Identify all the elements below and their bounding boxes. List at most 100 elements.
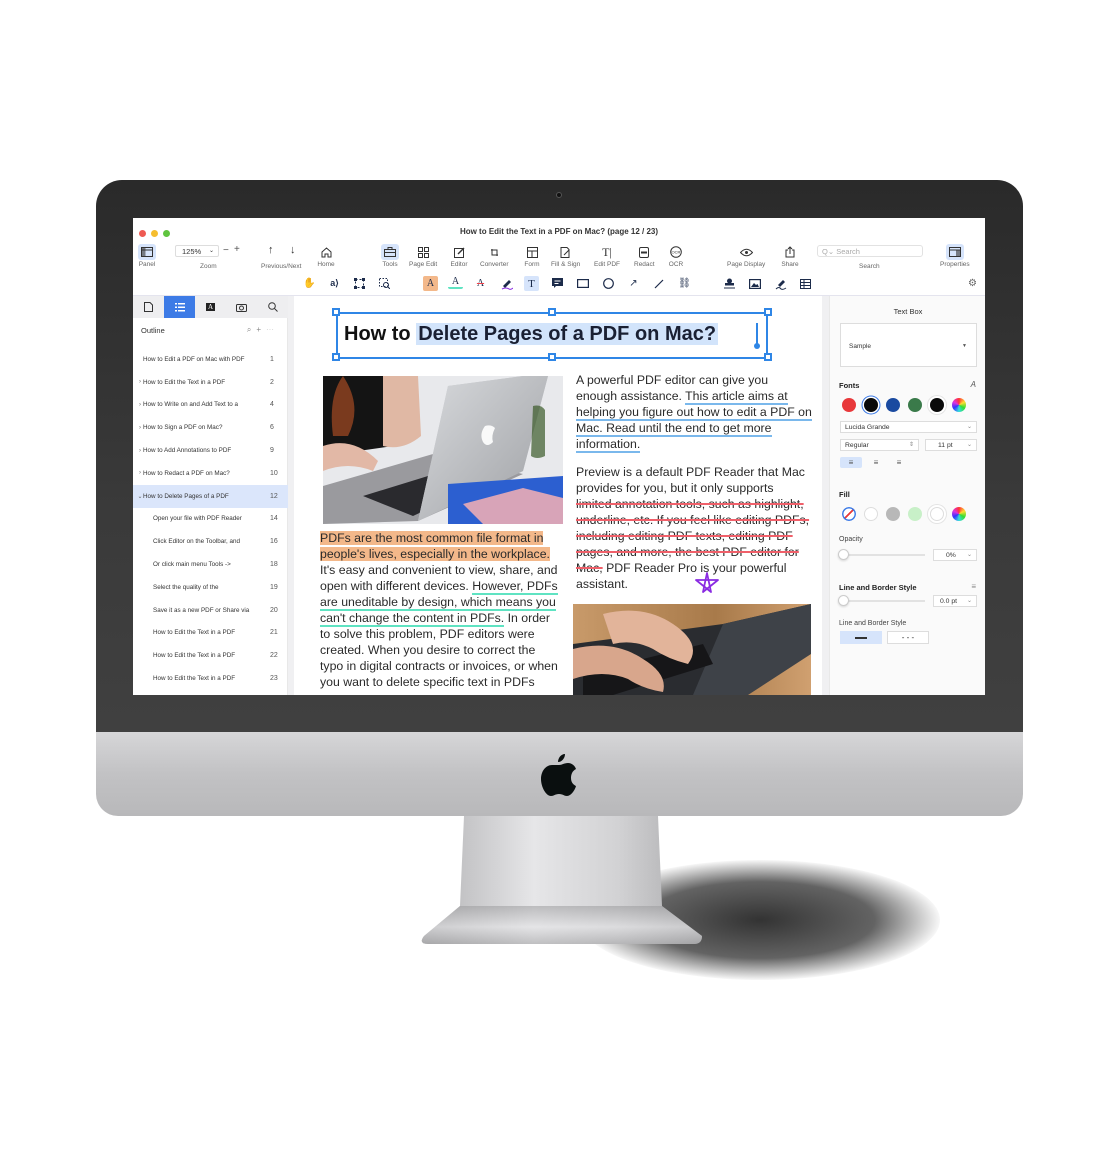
opacity-select[interactable]: 0% ⌄: [933, 549, 977, 561]
font-size-select[interactable]: 11 pt ⌄: [925, 439, 977, 451]
underline-tool-icon[interactable]: A: [448, 276, 463, 289]
outline-item[interactable]: How to Edit a PDF on Mac with PDF 1: [133, 348, 288, 371]
page-display-button[interactable]: Page Display: [727, 244, 765, 268]
outline-item[interactable]: Or click main menu Tools -> 18: [133, 553, 288, 576]
fill-color-swatch[interactable]: [930, 507, 944, 521]
font-color-swatch[interactable]: [864, 398, 878, 412]
strikethrough-tool-icon[interactable]: A: [473, 276, 488, 291]
line-width-slider-knob[interactable]: [838, 595, 849, 606]
more-options-icon[interactable]: ⋯: [266, 325, 279, 334]
outline-item[interactable]: How to Edit the Text in a PDF 22: [133, 644, 288, 667]
zoom-out-button[interactable]: −: [223, 245, 229, 256]
resize-handle[interactable]: [764, 353, 772, 361]
tab-search[interactable]: [257, 296, 288, 318]
signature-tool-icon[interactable]: [773, 276, 788, 291]
select-area-tool-icon[interactable]: [352, 276, 367, 291]
line-width-slider[interactable]: [840, 600, 925, 602]
resize-handle[interactable]: [548, 308, 556, 316]
tab-thumbnails[interactable]: [133, 296, 164, 318]
left-column-text[interactable]: PDFs are the most common file format in …: [320, 530, 560, 690]
resize-handle[interactable]: [332, 353, 340, 361]
tab-snapshots[interactable]: [226, 296, 257, 318]
chevron-right-icon[interactable]: ›: [133, 425, 143, 431]
stamp-tool-icon[interactable]: [722, 276, 737, 291]
outline-item[interactable]: › How to Redact a PDF on Mac? 10: [133, 462, 288, 485]
select-text-tool-icon[interactable]: a⟩: [327, 276, 342, 291]
font-style-select[interactable]: Regular ⇕: [840, 439, 919, 451]
resize-handle[interactable]: [548, 353, 556, 361]
font-style-icon[interactable]: A: [971, 380, 976, 389]
line-width-select[interactable]: 0.0 pt ⌄: [933, 595, 977, 607]
converter-button[interactable]: Converter: [480, 244, 509, 268]
panel-button[interactable]: Panel: [138, 244, 156, 268]
image-tool-icon[interactable]: [747, 276, 762, 291]
outline-item[interactable]: Open your file with PDF Reader 14: [133, 508, 288, 531]
align-right-button[interactable]: ≡: [888, 457, 910, 468]
resize-handle[interactable]: [764, 308, 772, 316]
right-column-text[interactable]: A powerful PDF editor can give you enoug…: [576, 372, 812, 592]
rectangle-tool-icon[interactable]: [575, 276, 590, 291]
document-heading[interactable]: How to Delete Pages of a PDF on Mac?: [344, 323, 719, 346]
highlight-tool-icon[interactable]: A: [423, 276, 438, 291]
add-outline-icon[interactable]: +: [256, 325, 266, 334]
arrow-tool-icon[interactable]: ↗: [626, 276, 641, 291]
table-tool-icon[interactable]: [798, 276, 813, 291]
ink-star-annotation[interactable]: [694, 572, 720, 594]
font-color-swatch[interactable]: [930, 398, 944, 412]
opacity-slider-knob[interactable]: [838, 549, 849, 560]
tools-button[interactable]: Tools: [381, 244, 399, 268]
line-style-solid[interactable]: [840, 631, 882, 644]
align-center-button[interactable]: ≡: [865, 457, 887, 468]
previous-page-button[interactable]: ↑: [268, 244, 274, 256]
outline-item[interactable]: How to Edit the Text in a PDF 23: [133, 667, 288, 690]
page-edit-button[interactable]: Page Edit: [409, 244, 437, 268]
line-tool-icon[interactable]: [651, 276, 666, 291]
opacity-slider[interactable]: [840, 554, 925, 556]
outline-search-icon[interactable]: ⌕: [247, 325, 256, 334]
note-tool-icon[interactable]: [550, 276, 565, 291]
zoom-select[interactable]: 125% ⌄: [175, 245, 219, 257]
line-style-dashed[interactable]: - - -: [887, 631, 929, 644]
hand-tool-icon[interactable]: ✋: [302, 276, 317, 291]
menu-icon[interactable]: ≡: [971, 582, 976, 591]
tab-outline[interactable]: [164, 296, 195, 318]
next-page-button[interactable]: ↓: [290, 244, 296, 256]
chevron-right-icon[interactable]: ›: [133, 448, 143, 454]
font-color-swatch[interactable]: [908, 398, 922, 412]
ellipse-tool-icon[interactable]: [601, 276, 616, 291]
zoom-area-tool-icon[interactable]: [377, 276, 392, 291]
form-button[interactable]: Form: [523, 244, 541, 268]
editor-button[interactable]: Editor: [450, 244, 468, 268]
freehand-tool-icon[interactable]: [499, 276, 514, 291]
text-caret-handle[interactable]: [754, 343, 760, 349]
properties-button[interactable]: Properties: [940, 244, 970, 268]
settings-gear-icon[interactable]: ⚙: [965, 276, 980, 291]
font-color-swatch[interactable]: [886, 398, 900, 412]
fill-color-swatch[interactable]: [908, 507, 922, 521]
font-color-swatch[interactable]: [842, 398, 856, 412]
zoom-in-button[interactable]: +: [234, 244, 240, 255]
share-button[interactable]: Share: [781, 244, 799, 268]
chevron-down-icon[interactable]: ⌄: [133, 493, 143, 500]
chevron-right-icon[interactable]: ›: [133, 402, 143, 408]
resize-handle[interactable]: [332, 308, 340, 316]
outline-item[interactable]: › How to Write on and Add Text to a 4: [133, 394, 288, 417]
redact-button[interactable]: Redact: [634, 244, 655, 268]
edit-pdf-button[interactable]: T| Edit PDF: [594, 244, 620, 269]
fill-sign-button[interactable]: Fill & Sign: [551, 244, 580, 268]
outline-item[interactable]: ⌄ How to Delete Pages of a PDF 12: [133, 484, 288, 508]
align-left-button[interactable]: ≡: [840, 457, 862, 468]
outline-item[interactable]: › How to Sign a PDF on Mac? 6: [133, 416, 288, 439]
ocr-button[interactable]: OCR OCR: [667, 244, 685, 268]
text-box-tool-icon[interactable]: T: [524, 276, 539, 291]
text-style-select[interactable]: Sample ▼: [840, 323, 977, 367]
outline-item[interactable]: Save it as a new PDF or Share via 20: [133, 599, 288, 622]
search-input[interactable]: Q⌄ Search: [817, 245, 923, 257]
font-family-select[interactable]: Lucida Grande ⌄: [840, 421, 977, 433]
chevron-right-icon[interactable]: ›: [133, 470, 143, 476]
tab-annotations[interactable]: A: [195, 296, 226, 318]
fill-color-swatch[interactable]: [886, 507, 900, 521]
outline-item[interactable]: How to Edit the Text in a PDF 21: [133, 622, 288, 645]
outline-item[interactable]: Select the quality of the 19: [133, 576, 288, 599]
chevron-right-icon[interactable]: ›: [133, 379, 143, 385]
